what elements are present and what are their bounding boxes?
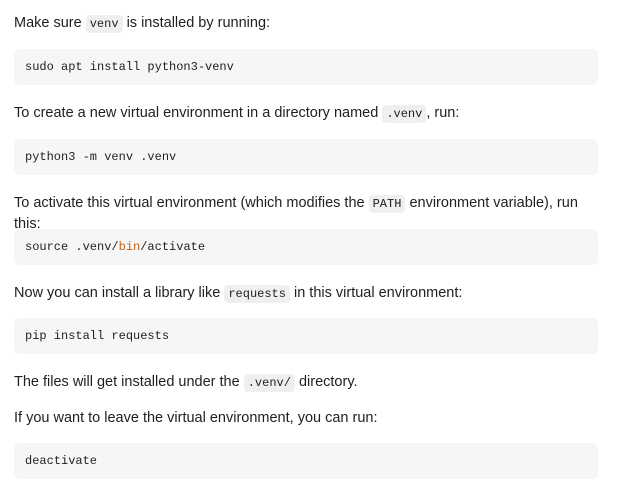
text: is installed by running: [122, 15, 271, 31]
inline-code-requests: requests [224, 285, 290, 303]
inline-code-dot-venv: .venv [382, 105, 427, 123]
text: If you want to leave the virtual environ… [14, 410, 378, 426]
paragraph-activate-venv: To activate this virtual environment (wh… [14, 193, 598, 234]
code-text: sudo apt install python3-venv [25, 60, 234, 74]
inline-code-venv: venv [85, 15, 123, 33]
code-text: pip install requests [25, 329, 170, 343]
code-block-create-venv: python3 -m venv .venv [14, 139, 598, 175]
paragraph-install-location: The files will get installed under the .… [14, 372, 358, 393]
inline-code-path: PATH [368, 195, 406, 213]
text: Make sure [14, 15, 86, 31]
paragraph-create-venv: To create a new virtual environment in a… [14, 103, 459, 124]
code-text: /activate [140, 240, 206, 254]
paragraph-install-library: Now you can install a library like reque… [14, 283, 462, 304]
text: Now you can install a library like [14, 285, 225, 301]
code-block-pip-install: pip install requests [14, 318, 598, 354]
paragraph-install-venv: Make sure venv is installed by running: [14, 13, 270, 34]
code-text: source .venv/ [25, 240, 119, 254]
code-block-deactivate: deactivate [14, 443, 598, 479]
code-text: deactivate [25, 454, 98, 468]
code-block-install-venv: sudo apt install python3-venv [14, 49, 598, 85]
text: , run: [426, 105, 460, 121]
text: The files will get installed under the [14, 374, 244, 390]
paragraph-deactivate: If you want to leave the virtual environ… [14, 408, 378, 428]
inline-code-venv-dir: .venv/ [243, 374, 295, 392]
text: To create a new virtual environment in a… [14, 105, 383, 121]
code-block-activate-venv: source .venv/bin/activate [14, 229, 598, 265]
code-keyword-bin: bin [118, 240, 141, 254]
code-text: python3 -m venv .venv [25, 150, 177, 164]
text: directory. [294, 374, 358, 390]
text: To activate this virtual environment (wh… [14, 195, 369, 211]
text: in this virtual environment: [289, 285, 463, 301]
